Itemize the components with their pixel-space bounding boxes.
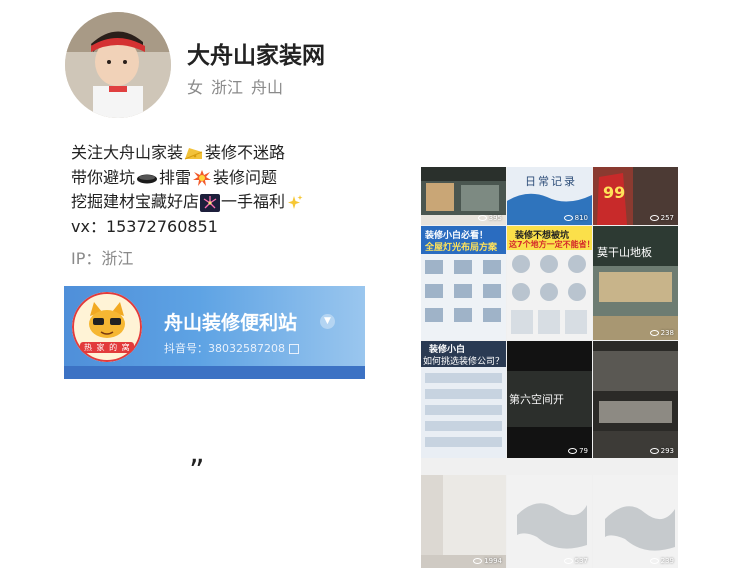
view-count: 810 — [563, 214, 588, 222]
eye-icon — [649, 558, 659, 564]
video-tile[interactable]: 第六空间开 79 — [507, 341, 592, 458]
eye-icon — [563, 558, 573, 564]
province-label: 浙江 — [211, 78, 244, 97]
materials-grid-icon — [511, 255, 587, 334]
video-tile[interactable]: 293 — [593, 341, 678, 458]
city-label: 舟山 — [251, 78, 284, 97]
view-count: 239 — [649, 557, 674, 565]
eye-icon — [568, 448, 578, 454]
logo-text: 热 家 的 窝 — [84, 343, 131, 352]
fireworks-emoji-icon — [200, 193, 221, 212]
video-caption: 莫干山地板 — [597, 246, 652, 259]
eye-icon — [649, 448, 659, 454]
video-tile[interactable]: 537 — [507, 475, 592, 568]
video-subcaption: 如何挑选装修公司？ — [423, 357, 505, 367]
video-tile[interactable]: 395 — [421, 167, 506, 225]
view-count: 238 — [649, 329, 674, 337]
bio-line-4: vx：15372760851 — [71, 216, 218, 236]
video-tile[interactable]: 1994 — [421, 475, 506, 568]
avatar-photo-icon — [65, 12, 171, 118]
ink-painting-thumbnail-icon — [593, 475, 678, 568]
lighting-plan-icon — [425, 260, 501, 322]
linked-account-logo: 热 家 的 窝 — [72, 292, 142, 362]
bio-line-1: 关注大舟山家装 装修不迷路 — [71, 143, 286, 162]
view-count: 257 — [649, 214, 674, 222]
chevron-down-icon[interactable]: ▼ — [320, 314, 335, 329]
video-tile[interactable]: 239 — [593, 475, 678, 568]
video-tile[interactable]: 99 257 — [593, 167, 678, 225]
avatar[interactable] — [65, 12, 171, 118]
eye-icon — [649, 330, 659, 336]
eye-icon — [477, 215, 487, 221]
eye-icon — [649, 215, 659, 221]
video-grid: 395 日常记录 810 99 257 装修小白必看！ 全屋灯光布局方案 装修不… — [421, 167, 678, 568]
card-bottom-bar — [64, 366, 365, 379]
video-caption: 日常记录 — [525, 175, 577, 188]
video-caption: 第六空间开 — [509, 393, 564, 406]
video-tile[interactable]: 装修小白 如何挑选装修公司？ — [421, 341, 506, 458]
stray-quote-mark: ” — [189, 454, 205, 489]
qr-code-icon[interactable] — [288, 344, 299, 354]
cheese-emoji-icon — [184, 147, 203, 159]
video-subcaption: 全屋灯光布局方案 — [425, 243, 498, 253]
checklist-icon — [425, 373, 502, 447]
livingroom-thumbnail-icon — [593, 341, 678, 458]
bio-line-3: 挖掘建材宝藏好店 一手福利 — [71, 190, 305, 215]
ink-painting-thumbnail-icon — [507, 475, 592, 568]
video-caption: 99 — [603, 183, 626, 202]
eye-icon — [563, 215, 573, 221]
view-count: 537 — [563, 557, 588, 565]
profile-name: 大舟山家装网 — [187, 43, 325, 69]
blank-wall-thumbnail-icon — [421, 475, 506, 568]
hole-emoji-icon — [137, 174, 158, 184]
gender-label: 女 — [187, 78, 204, 97]
linked-account-title: 舟山装修便利站 — [164, 312, 298, 334]
ip-location: IP：浙江 — [71, 249, 134, 268]
sparkles-emoji-icon — [288, 194, 303, 209]
view-count: 1994 — [473, 557, 502, 565]
video-tile[interactable]: 日常记录 810 — [507, 167, 592, 225]
view-count: 293 — [649, 447, 674, 455]
bio-line-2: 带你避坑 排雷 装修问题 — [71, 167, 278, 187]
profile-bio: 关注大舟山家装 装修不迷路 带你避坑 排雷 装修问题 挖掘建材宝藏好店 一手福利 vx：… — [71, 141, 305, 239]
profile-meta: 女浙江 舟山 — [187, 74, 291, 98]
video-subcaption: 这7个地方一定不能省！ — [509, 240, 592, 249]
video-tile[interactable]: 莫干山地板 238 — [593, 226, 678, 340]
linked-account-id: 抖音号：38032587208 — [164, 340, 299, 356]
view-count: 395 — [477, 214, 502, 222]
video-tile[interactable]: 装修小白必看！ 全屋灯光布局方案 — [421, 226, 506, 340]
video-tile[interactable]: 装修不想被坑 这7个地方一定不能省！ — [507, 226, 592, 340]
eye-icon — [473, 558, 483, 564]
collision-emoji-icon — [193, 170, 212, 186]
linked-account-card[interactable]: 热 家 的 窝 舟山装修便利站 ▼ 抖音号：38032587208 — [64, 286, 365, 379]
view-count: 79 — [568, 447, 588, 455]
